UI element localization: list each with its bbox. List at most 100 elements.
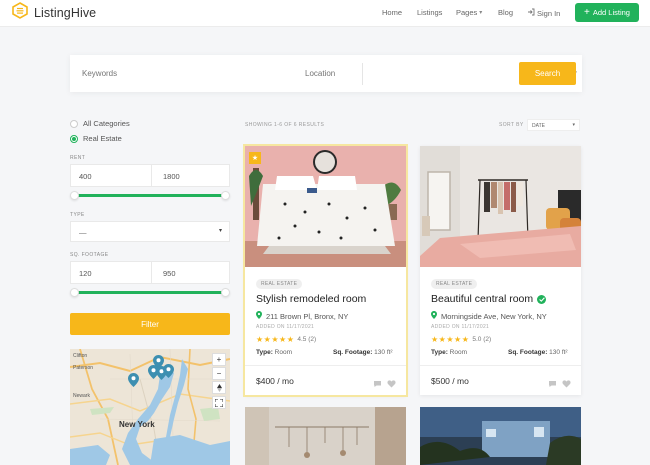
rent-slider-max-handle[interactable] <box>221 191 230 200</box>
map-label-new-york: New York <box>119 420 155 429</box>
card-divider <box>420 365 581 366</box>
map-pin-icon[interactable] <box>128 373 139 392</box>
chat-icon[interactable] <box>373 375 382 393</box>
nav-home[interactable]: Home <box>382 8 402 17</box>
sort-select-value: DATE <box>532 122 545 129</box>
listing-type: Type: Room <box>431 349 467 356</box>
sq-footage-key: Sq. Footage: <box>508 349 548 356</box>
type-select[interactable]: — ▾ <box>70 221 230 242</box>
sq-footage-min-input[interactable]: 120 <box>79 269 92 278</box>
map-pin-icon <box>431 311 437 321</box>
listing-price: $500 / mo <box>431 376 469 386</box>
category-real-estate[interactable]: Real Estate <box>70 134 122 143</box>
listing-added-date: ADDED ON 11/17/2021 <box>256 324 315 330</box>
rating-value[interactable]: 5.0 (2) <box>472 336 491 343</box>
sq-footage-slider-min-handle[interactable] <box>70 288 79 297</box>
chevron-down-icon: ▾ <box>572 122 575 128</box>
type-label: TYPE <box>70 212 85 218</box>
heart-icon[interactable] <box>562 375 571 393</box>
listing-image[interactable]: ★ <box>245 146 406 267</box>
verified-check-icon <box>537 294 547 304</box>
listing-type: Type: Room <box>256 349 292 356</box>
sq-footage-range-inputs: 120 950 <box>70 261 230 284</box>
listing-sq-footage: Sq. Footage: 130 ft² <box>508 349 568 356</box>
location-input[interactable] <box>293 55 503 92</box>
rent-max-input[interactable]: 1800 <box>163 172 180 181</box>
fullscreen-icon[interactable] <box>212 396 226 409</box>
heart-icon[interactable] <box>387 375 396 393</box>
listing-rating: ★★★★★ 4.5 (2) <box>256 335 316 344</box>
sq-footage-slider-max-handle[interactable] <box>221 288 230 297</box>
map-zoom-in-button[interactable]: + <box>212 353 226 366</box>
listing-title-text: Beautiful central room <box>431 293 534 305</box>
type-value: Room <box>449 349 468 356</box>
sq-footage-value: 130 ft² <box>374 349 393 356</box>
search-button[interactable]: Search <box>519 62 576 85</box>
listing-address: 211 Brown Pl, Bronx, NY <box>256 311 348 321</box>
add-listing-button[interactable]: + Add Listing <box>575 3 639 22</box>
plus-icon: + <box>584 6 590 18</box>
sort-by-label: SORT BY <box>499 122 524 128</box>
category-pill[interactable]: REAL ESTATE <box>256 279 303 289</box>
search-bar <box>70 55 582 92</box>
add-listing-label: Add Listing <box>592 8 630 17</box>
listing-image[interactable] <box>245 407 406 465</box>
sort-select[interactable]: DATE ▾ <box>527 119 580 131</box>
rating-value[interactable]: 4.5 (2) <box>297 336 316 343</box>
card-divider <box>245 365 406 366</box>
chat-icon[interactable] <box>548 375 557 393</box>
map-label-paterson: Paterson <box>73 365 94 371</box>
sq-footage-label: SQ. FOOTAGE <box>70 252 109 258</box>
category-real-estate-label: Real Estate <box>83 134 122 143</box>
chevron-down-icon: ▾ <box>218 228 222 234</box>
listing-title[interactable]: Stylish remodeled room <box>256 293 366 305</box>
category-all[interactable]: All Categories <box>70 119 130 128</box>
sq-footage-key: Sq. Footage: <box>333 349 373 356</box>
rent-min-input[interactable]: 400 <box>79 172 92 181</box>
sq-footage-max-input[interactable]: 950 <box>163 269 176 278</box>
map-zoom-out-button[interactable]: − <box>212 367 226 380</box>
sq-footage-slider-track[interactable] <box>75 291 225 294</box>
sign-in-icon <box>527 8 535 18</box>
listing-image[interactable] <box>420 146 581 267</box>
nav-blog[interactable]: Blog <box>498 8 513 17</box>
listing-address: Morningside Ave, New York, NY <box>431 311 547 321</box>
star-icon: ★ <box>251 154 259 162</box>
listing-card[interactable] <box>420 407 581 465</box>
filter-button[interactable]: Filter <box>70 313 230 335</box>
radio-all-categories[interactable] <box>70 119 78 128</box>
listing-image[interactable] <box>420 407 581 465</box>
listing-card[interactable]: ★ REAL ESTATE Stylish remodeled room 211… <box>243 144 408 397</box>
featured-badge: ★ <box>249 152 261 164</box>
category-pill[interactable]: REAL ESTATE <box>431 279 478 289</box>
logo[interactable]: ListingHive <box>12 2 96 24</box>
rent-slider-min-handle[interactable] <box>70 191 79 200</box>
nav-sign-in[interactable]: Sign In <box>527 8 560 18</box>
star-rating: ★★★★★ <box>256 335 295 344</box>
map-label-clifton: Clifton <box>73 353 88 359</box>
listing-title[interactable]: Beautiful central room <box>431 293 547 305</box>
map-pin-icon <box>256 311 262 321</box>
listings-map[interactable]: Clifton Paterson Newark New York <box>70 349 230 465</box>
nav-listings[interactable]: Listings <box>417 8 442 17</box>
rent-range-inputs: 400 1800 <box>70 164 230 187</box>
listing-sq-footage: Sq. Footage: 130 ft² <box>333 349 393 356</box>
type-value: Room <box>274 349 293 356</box>
map-pin-icon[interactable] <box>163 364 174 383</box>
top-header: ListingHive Home Listings Pages ▾ Blog S… <box>0 0 650 27</box>
listing-card[interactable]: REAL ESTATE Beautiful central room Morni… <box>420 146 581 395</box>
compass-icon[interactable] <box>212 381 226 394</box>
star-rating: ★★★★★ <box>431 335 470 344</box>
sq-footage-value: 130 ft² <box>549 349 568 356</box>
type-key: Type: <box>431 349 448 356</box>
type-select-value: — <box>79 228 87 237</box>
rent-slider-track[interactable] <box>75 194 225 197</box>
listing-added-date: ADDED ON 11/17/2021 <box>431 324 490 330</box>
type-key: Type: <box>256 349 273 356</box>
listing-card[interactable] <box>245 407 406 465</box>
radio-real-estate[interactable] <box>70 134 78 143</box>
results-count: SHOWING 1-6 OF 6 RESULTS <box>245 122 325 128</box>
hive-logo-icon <box>12 2 28 24</box>
rent-label: RENT <box>70 155 86 161</box>
nav-pages[interactable]: Pages ▾ <box>456 8 482 17</box>
